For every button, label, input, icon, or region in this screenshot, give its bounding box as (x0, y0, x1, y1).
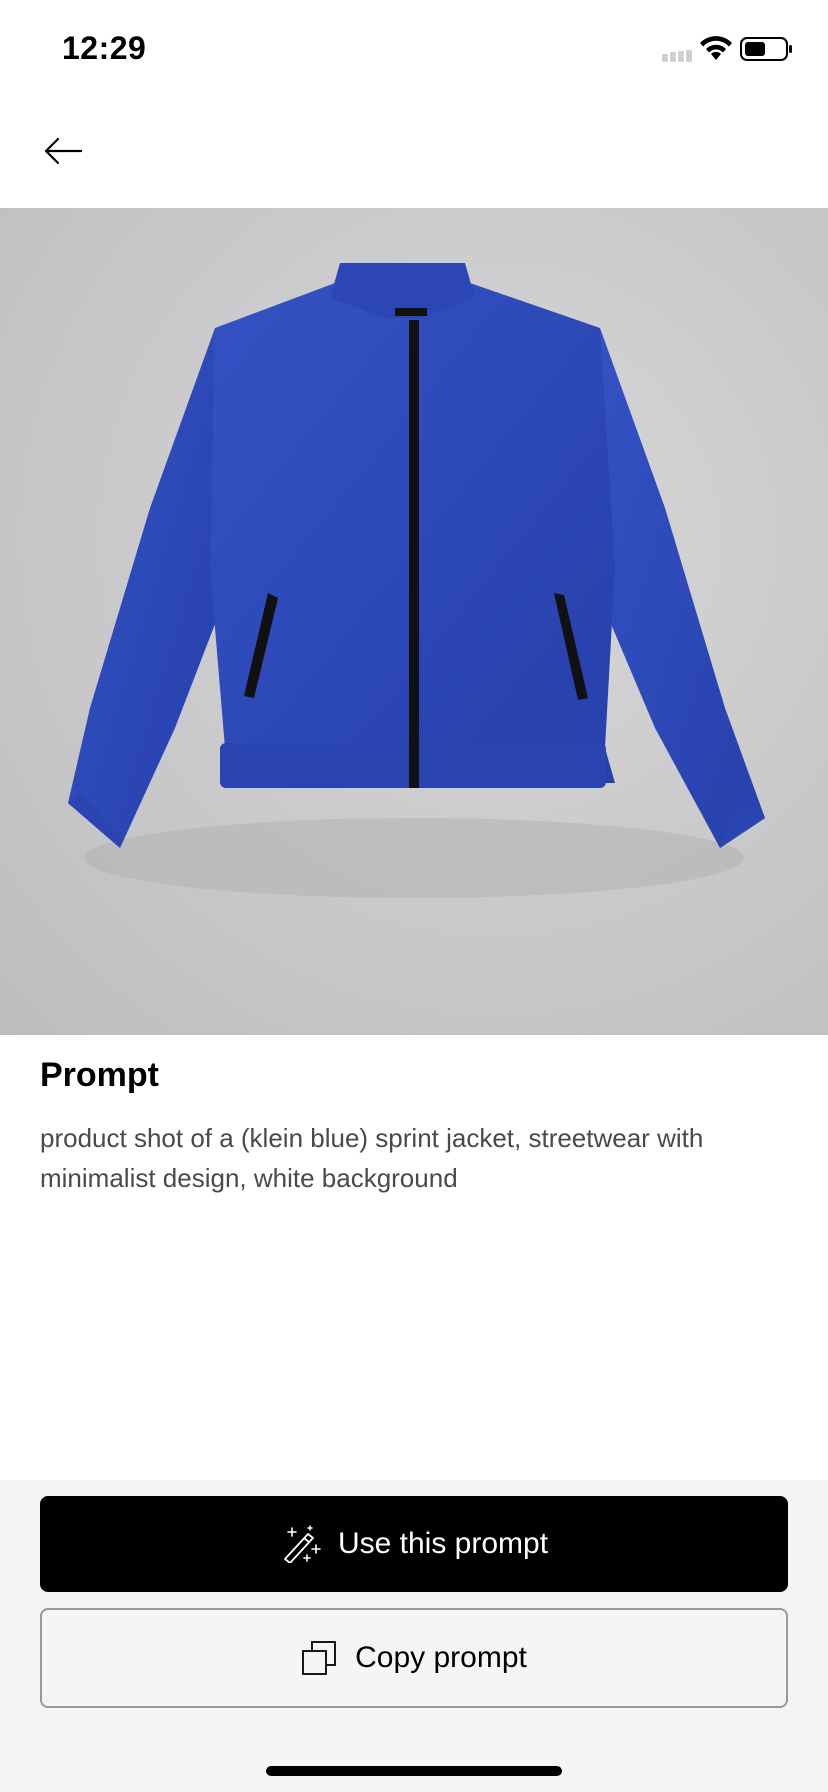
prompt-heading: Prompt (40, 1056, 159, 1094)
blue-jacket-image (68, 263, 765, 898)
back-button[interactable] (38, 126, 88, 176)
product-image[interactable] (0, 208, 828, 1035)
magic-wand-icon (284, 1525, 321, 1563)
status-bar: 12:29 (0, 0, 828, 100)
home-indicator (266, 1766, 562, 1776)
status-time: 12:29 (62, 30, 147, 66)
use-this-prompt-button[interactable]: Use this prompt (40, 1496, 788, 1592)
copy-icon (302, 1641, 337, 1675)
cellular-signal-icon (662, 50, 692, 62)
battery-icon (740, 37, 792, 61)
use-this-prompt-label: Use this prompt (337, 1527, 549, 1560)
arrow-left-icon (44, 137, 83, 165)
wifi-icon (700, 36, 732, 60)
copy-prompt-button[interactable]: Copy prompt (40, 1608, 788, 1708)
copy-prompt-label: Copy prompt (355, 1641, 527, 1674)
prompt-text: product shot of a (klein blue) sprint ja… (40, 1123, 704, 1193)
